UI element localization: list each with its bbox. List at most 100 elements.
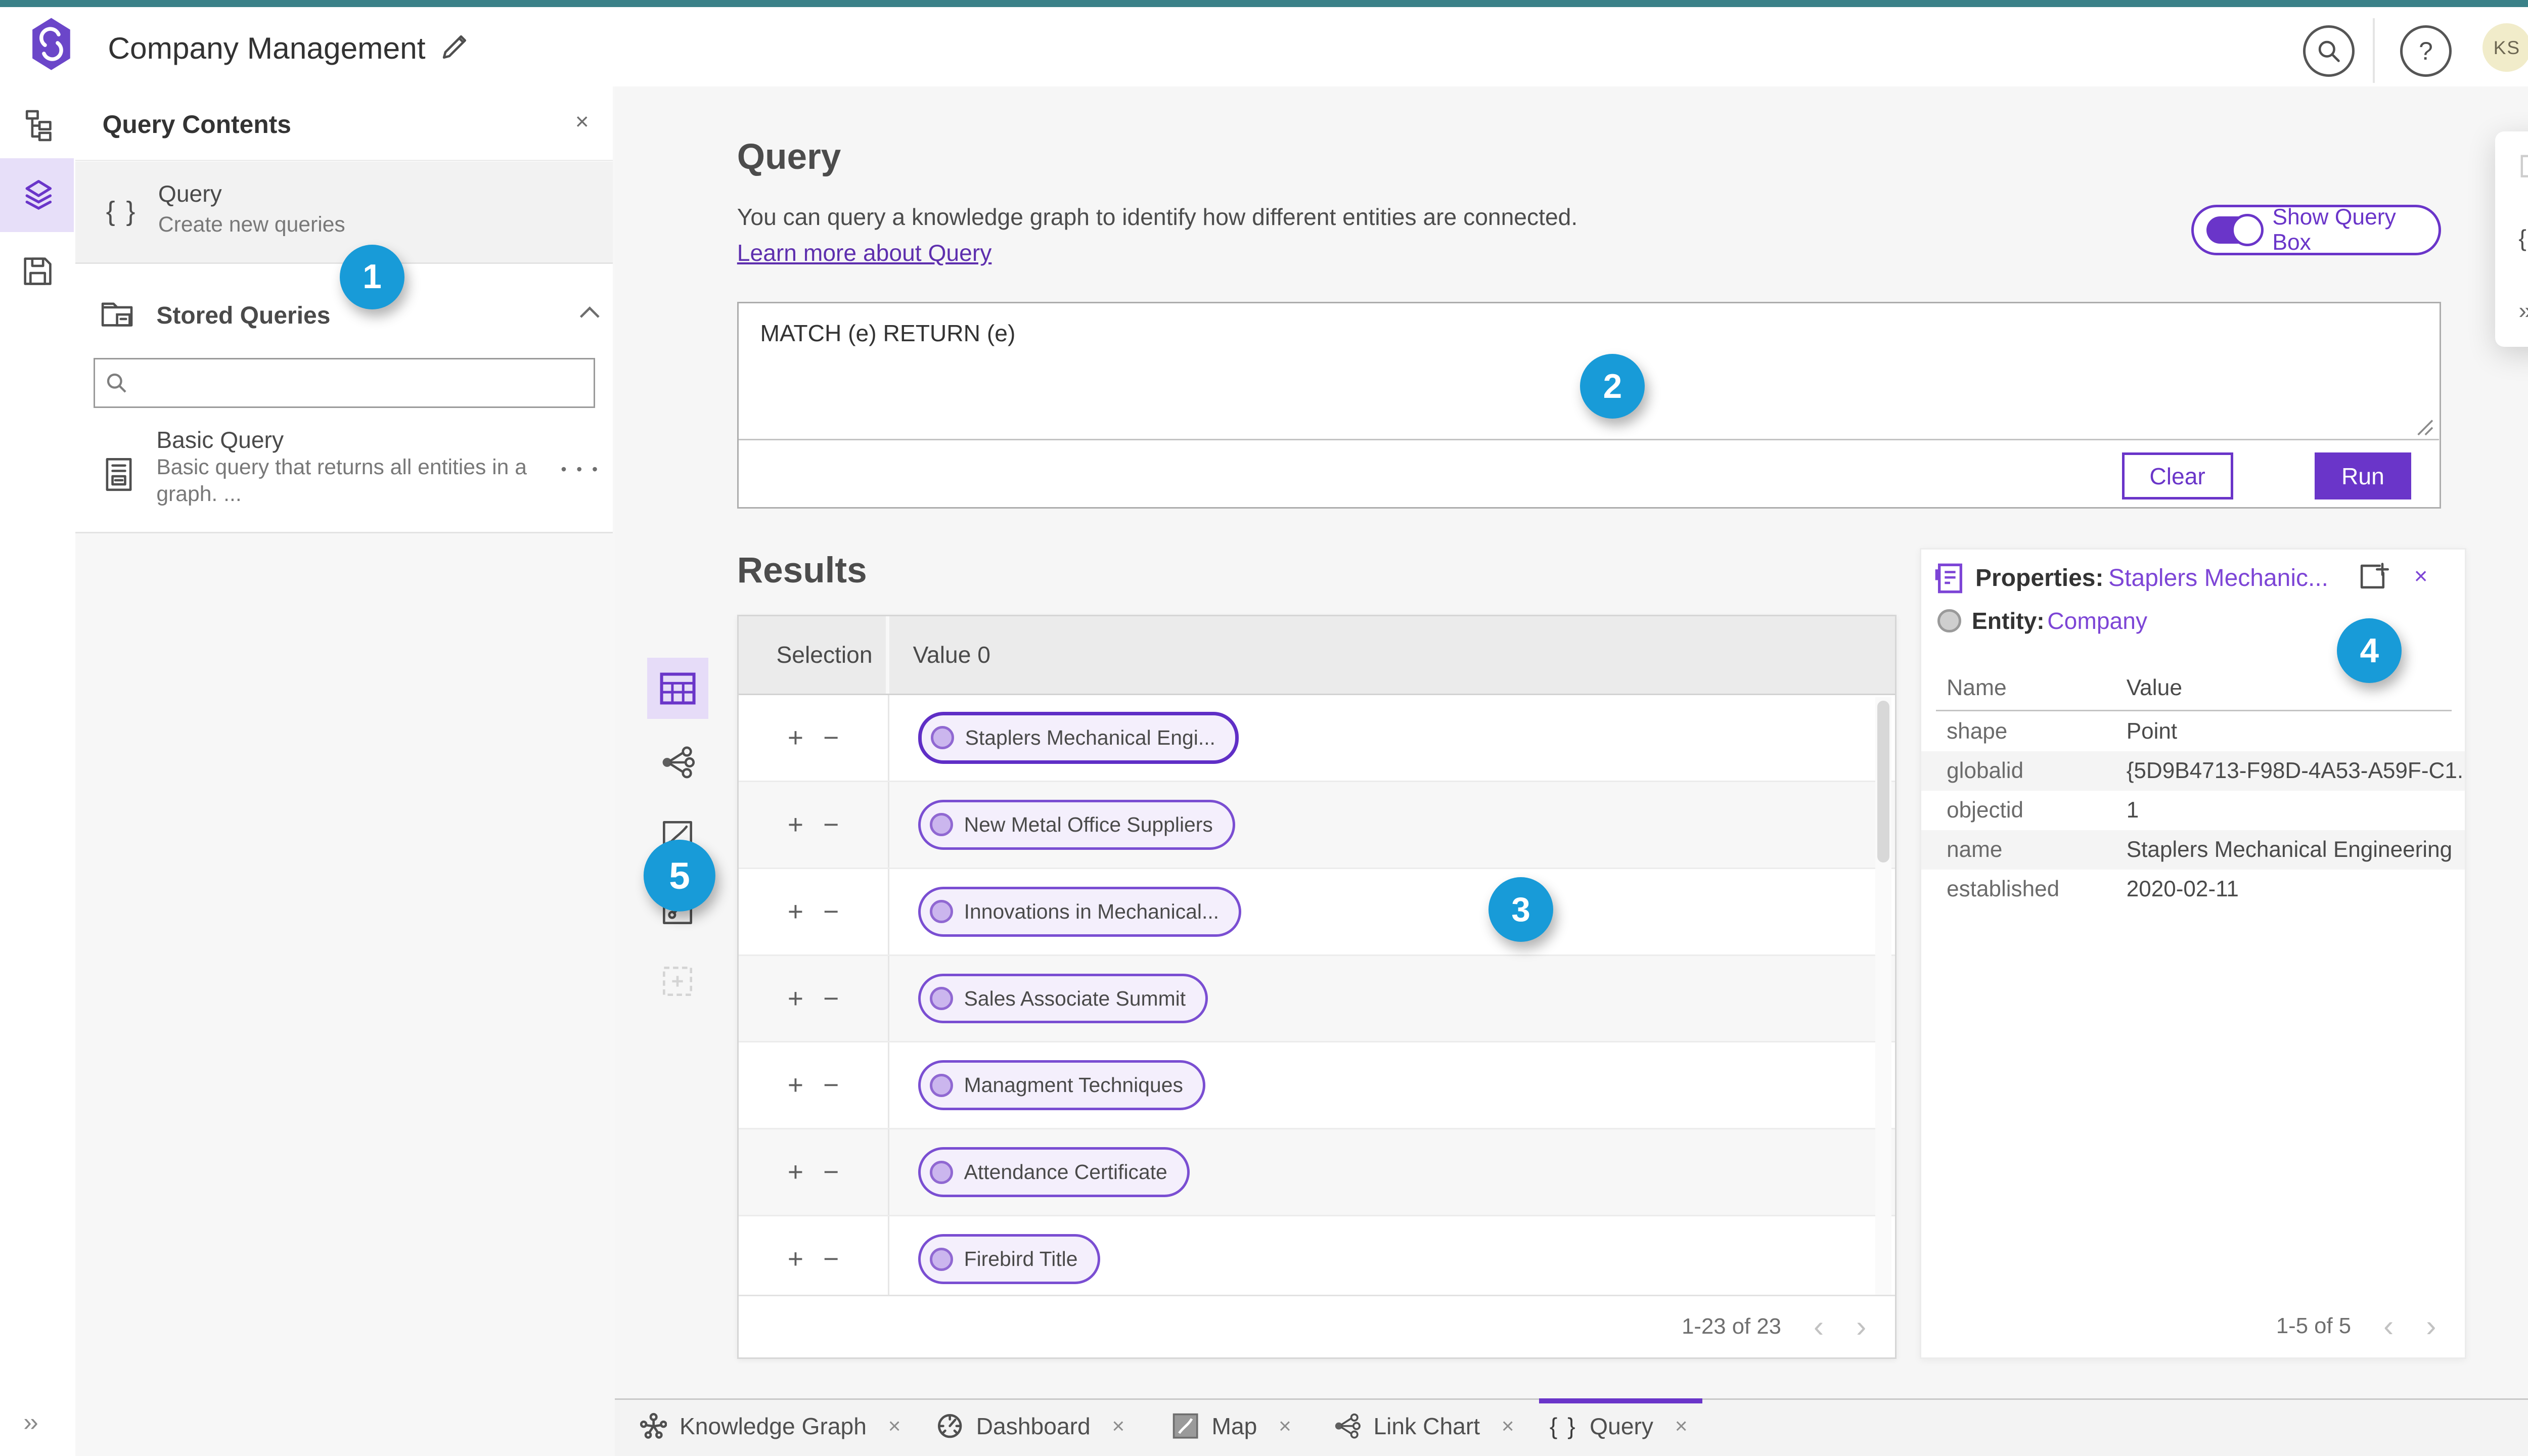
add-selection-button[interactable]: + — [788, 722, 803, 753]
entity-dot-icon — [930, 1160, 954, 1184]
tab-knowledge-graph[interactable]: Knowledge Graph × — [640, 1413, 901, 1440]
page-prev-button[interactable]: ‹ — [2383, 1310, 2394, 1341]
view-table-button[interactable] — [647, 658, 708, 719]
edit-title-icon[interactable] — [440, 32, 469, 61]
property-row: objectid 1 — [1947, 798, 2139, 823]
entity-dot-icon — [930, 1073, 954, 1097]
stored-queries-title: Stored Queries — [156, 302, 331, 330]
tab-query[interactable]: { } Query × — [1550, 1413, 1688, 1440]
property-row: name Staplers Mechanical Engineering — [1921, 830, 2465, 870]
close-panel-button[interactable]: × — [575, 108, 589, 135]
add-selection-button[interactable]: + — [788, 809, 803, 840]
stored-queries-icon — [99, 295, 139, 334]
entity-pill[interactable]: Sales Associate Summit — [918, 973, 1208, 1024]
resize-handle-icon[interactable] — [2416, 419, 2434, 437]
properties-entity-link[interactable]: Staplers Mechanic... — [2108, 564, 2328, 592]
view-tab-bar: Knowledge Graph × Dashboard × Map × Link Ch… — [615, 1398, 2528, 1456]
menu-item-store-as-new-query[interactable]: { } Store as New Query — [2518, 224, 2528, 252]
entity-pill[interactable]: Innovations in Mechanical... — [918, 886, 1242, 937]
remove-selection-button[interactable]: − — [823, 1244, 839, 1275]
add-selection-button[interactable]: + — [788, 1244, 803, 1275]
collapse-section-icon[interactable] — [579, 305, 601, 320]
tab-dashboard[interactable]: Dashboard × — [936, 1413, 1124, 1440]
item-options-button[interactable]: • • • — [561, 460, 600, 479]
search-button[interactable] — [2303, 25, 2355, 77]
stored-queries-search-input[interactable] — [138, 369, 583, 397]
table-row: + − Managment Techniques — [738, 1042, 1895, 1130]
show-query-box-toggle[interactable]: Show Query Box — [2191, 205, 2442, 255]
entity-pill[interactable]: Firebird Title — [918, 1234, 1100, 1285]
run-button[interactable]: Run — [2315, 452, 2411, 499]
help-button[interactable]: ? — [2400, 25, 2452, 77]
entity-pill[interactable]: New Metal Office Suppliers — [918, 799, 1235, 850]
page-title: Company Management — [108, 31, 426, 66]
entity-pill[interactable]: Staplers Mechanical Engi... — [918, 711, 1239, 764]
close-tab-icon[interactable]: × — [1279, 1414, 1291, 1439]
learn-more-link[interactable]: Learn more about Query — [737, 239, 992, 266]
remove-selection-button[interactable]: − — [823, 1070, 839, 1101]
annotation-badge-5: 5 — [643, 839, 716, 912]
column-selection[interactable]: Selection — [739, 616, 890, 694]
property-row: globalid {5D9B4713-F98D-4A53-A59F-C1... — [1921, 751, 2465, 791]
page-prev-button[interactable]: ‹ — [1814, 1311, 1824, 1341]
remove-selection-button[interactable]: − — [823, 722, 839, 753]
sitemap-icon — [26, 110, 52, 142]
app-logo[interactable] — [29, 16, 74, 72]
expand-rail-button[interactable]: ›› — [23, 1407, 38, 1437]
menu-item-collapse[interactable]: ›› Collapse — [2518, 297, 2528, 324]
rail-item-save[interactable] — [20, 253, 56, 289]
results-table-body: + − Staplers Mechanical Engi... + − New Me… — [738, 695, 1895, 1304]
entity-pill[interactable]: Managment Techniques — [918, 1060, 1205, 1111]
tab-map[interactable]: Map × — [1172, 1413, 1291, 1440]
page-next-button[interactable]: › — [2426, 1310, 2436, 1341]
add-selection-button[interactable]: + — [788, 1070, 803, 1101]
close-tab-icon[interactable]: × — [1675, 1414, 1688, 1439]
query-context-menu: Add Selection To { } Store as New Query … — [2495, 131, 2528, 347]
rail-item-contents[interactable] — [20, 176, 58, 214]
stored-query-item[interactable]: Basic Query Basic query that returns all… — [75, 424, 613, 525]
close-tab-icon[interactable]: × — [1112, 1414, 1124, 1439]
table-row: + − Attendance Certificate — [738, 1129, 1895, 1217]
pagination-range: 1-23 of 23 — [1682, 1314, 1781, 1339]
results-title: Results — [737, 551, 867, 590]
remove-selection-button[interactable]: − — [823, 809, 839, 840]
clear-button[interactable]: Clear — [2121, 452, 2233, 499]
question-icon: ? — [2419, 36, 2433, 65]
rail-item-hierarchy[interactable] — [20, 108, 56, 144]
panel-title: Query Contents — [102, 110, 291, 139]
close-tab-icon[interactable]: × — [1502, 1414, 1514, 1439]
add-selection-button[interactable]: + — [788, 896, 803, 927]
link-chart-icon — [662, 746, 695, 779]
remove-selection-button[interactable]: − — [823, 983, 839, 1014]
scrollbar-thumb[interactable] — [1877, 701, 1890, 863]
add-selection-button[interactable]: + — [788, 1157, 803, 1188]
left-rail: ›› — [0, 86, 77, 1456]
properties-title: Properties: — [1975, 564, 2104, 592]
annotation-badge-3: 3 — [1488, 877, 1554, 942]
results-table-header: Selection Value 0 — [738, 616, 1895, 695]
close-properties-button[interactable]: × — [2414, 562, 2428, 589]
tab-link-chart[interactable]: Link Chart × — [1334, 1413, 1514, 1440]
view-link-chart-button[interactable] — [647, 732, 708, 793]
remove-selection-button[interactable]: − — [823, 1157, 839, 1188]
add-to-selection-icon[interactable] — [2358, 562, 2389, 591]
avatar[interactable]: KS — [2482, 23, 2528, 72]
page-next-button[interactable]: › — [1856, 1311, 1866, 1341]
menu-item-add-selection-to: Add Selection To — [2518, 153, 2528, 179]
add-selection-button[interactable]: + — [788, 983, 803, 1014]
results-table: Selection Value 0 + − Staplers Mechanical… — [737, 615, 1897, 1359]
table-row: + − Innovations in Mechanical... — [738, 869, 1895, 956]
entity-pill[interactable]: Attendance Certificate — [918, 1147, 1190, 1198]
pagination-range: 1-5 of 5 — [2276, 1313, 2352, 1338]
stored-queries-searchbox — [93, 357, 595, 408]
column-value0[interactable]: Value 0 — [889, 616, 1895, 694]
add-selection-icon — [2520, 155, 2528, 178]
knowledge-graph-icon — [640, 1413, 667, 1439]
app-header: Company Management ? KS Knowledge Studio… — [0, 7, 2528, 88]
remove-selection-button[interactable]: − — [823, 896, 839, 927]
layers-icon — [25, 180, 52, 210]
braces-icon: { } — [1549, 1413, 1577, 1440]
save-icon — [24, 257, 52, 286]
query-contents-item-query[interactable]: { } Query Create new queries — [75, 161, 613, 264]
close-tab-icon[interactable]: × — [888, 1414, 901, 1439]
